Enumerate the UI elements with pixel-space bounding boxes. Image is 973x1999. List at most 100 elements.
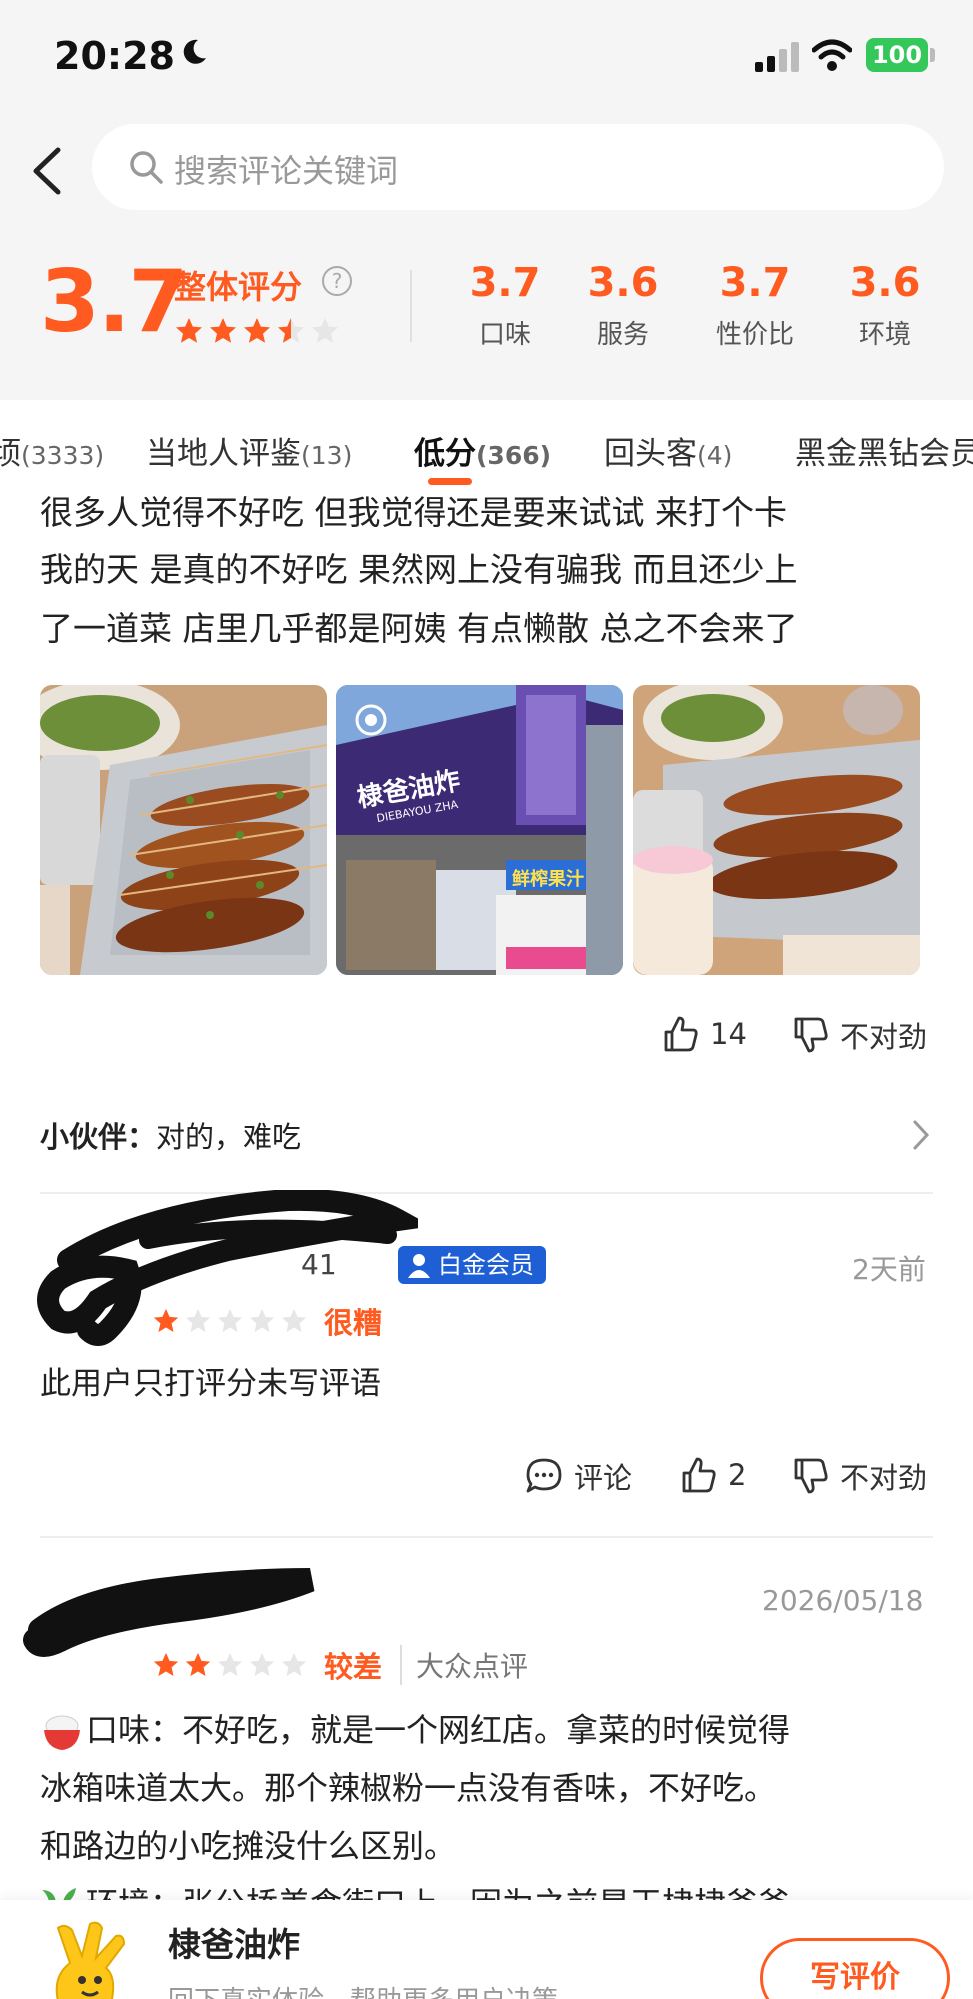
shop-subtitle: 回下真实体验，帮助更多用户决策 xyxy=(168,1980,558,1999)
sub-score-environment: 3.6 环境 xyxy=(830,260,940,351)
tab-label: 低分 xyxy=(414,436,476,472)
thumbs-up-icon xyxy=(682,1457,716,1493)
write-review-button[interactable]: 写评价 xyxy=(760,1938,950,1999)
review-text-line: 我的天 是真的不好吃 果然网上没有骗我 而且还少上 xyxy=(40,550,798,589)
dislike-button[interactable]: 不对劲 xyxy=(790,1455,927,1497)
tab-count: (366) xyxy=(476,441,552,470)
star-icon xyxy=(217,1652,243,1677)
sub-score-label: 服务 xyxy=(596,320,649,350)
comment-button[interactable]: 评论 xyxy=(524,1455,632,1497)
battery-indicator: 100 xyxy=(866,38,928,72)
review-photo[interactable] xyxy=(633,685,920,975)
tab-count: (3333) xyxy=(21,441,105,470)
shop-bottom-bar: 棣爸油炸 回下真实体验，帮助更多用户决策 写评价 xyxy=(0,1900,973,1999)
reply-author: 小伙伴： xyxy=(40,1120,157,1154)
storefront-photo-illustration xyxy=(336,685,623,975)
like-button[interactable]: 2 xyxy=(678,1455,746,1495)
thumbs-up-icon xyxy=(664,1016,698,1052)
rating-stars xyxy=(152,1307,308,1335)
star-icon xyxy=(281,1652,307,1677)
active-tab-indicator xyxy=(428,478,472,485)
rating-word: 很糟 xyxy=(324,1306,383,1340)
dislike-label: 不对劲 xyxy=(840,1020,928,1054)
review-date: 2天前 xyxy=(852,1253,926,1286)
star-icon xyxy=(281,1308,307,1333)
review-photo[interactable] xyxy=(40,685,327,975)
star-icon xyxy=(185,1652,211,1677)
dislike-label: 不对劲 xyxy=(840,1461,928,1495)
rating-word: 较差 xyxy=(324,1650,383,1684)
badge-person-icon xyxy=(408,1254,430,1278)
review-text-line: 了一道菜 店里几乎都是阿姨 有点懒散 总之不会来了 xyxy=(40,609,798,648)
reply-text: 小伙伴：对的，难吃 xyxy=(40,1114,301,1156)
shop-name: 棣爸油炸 xyxy=(168,1925,300,1964)
moon-icon xyxy=(183,39,206,64)
review-text: 此用户只打评分未写评语 xyxy=(40,1366,381,1402)
overall-stars xyxy=(174,316,340,346)
tab-black-gold[interactable]: 黑金黑钻会员 xyxy=(795,428,973,473)
back-arrow-icon[interactable] xyxy=(28,146,68,196)
sub-score-label: 性价比 xyxy=(715,320,794,350)
tab-returning[interactable]: 回头客(4) xyxy=(604,428,732,473)
star-icon xyxy=(249,1308,275,1333)
like-button[interactable]: 14 xyxy=(660,1014,747,1054)
review-text-line: 冰箱味道太大。那个辣椒粉一点没有香味，不好吃。 xyxy=(40,1769,777,1807)
sub-score-service: 3.6 服务 xyxy=(568,260,678,351)
username-suffix: 41 xyxy=(301,1248,337,1281)
tab-count: (13) xyxy=(301,441,353,470)
star-icon xyxy=(278,318,304,343)
review-divider xyxy=(40,1536,933,1538)
review-rating: 较差 大众点评 xyxy=(152,1644,528,1686)
sub-score-value-for-money: 3.7 性价比 xyxy=(700,260,810,351)
status-bar: 20:28 100 xyxy=(0,0,973,110)
tab-locals[interactable]: 当地人评鉴(13) xyxy=(146,428,352,473)
review-photo[interactable]: 棣爸油炸 DIEBAYOU ZHA 鲜榨果汁 xyxy=(336,685,623,975)
reply-preview[interactable]: 小伙伴：对的，难吃 xyxy=(40,1110,933,1160)
tab-label: 黑金黑钻会员 xyxy=(795,436,973,472)
review-date: 2026/05/18 xyxy=(762,1584,924,1617)
rating-stars xyxy=(152,1651,308,1679)
star-icon xyxy=(210,318,236,343)
tab-low-score[interactable]: 低分(366) xyxy=(414,428,551,473)
reply-content: 对的，难吃 xyxy=(156,1120,302,1154)
sub-score-taste: 3.7 口味 xyxy=(450,260,560,351)
dislike-button[interactable]: 不对劲 xyxy=(790,1014,927,1056)
chevron-right-icon xyxy=(913,1120,930,1150)
battery-tip xyxy=(930,48,935,62)
overall-score: 3.7 xyxy=(40,252,188,352)
header: 搜索评论关键词 xyxy=(0,110,973,230)
sub-score-value: 3.6 xyxy=(587,260,659,306)
star-icon xyxy=(176,318,202,343)
divider xyxy=(410,270,412,342)
tab-count: (4) xyxy=(697,441,733,470)
tab-label: 回头客 xyxy=(604,436,697,472)
rating-summary: 3.7 整体评分 ? 3.7 口味 3.6 服务 3.7 性价比 3.6 环境 xyxy=(0,230,973,400)
like-count: 2 xyxy=(728,1458,747,1492)
star-icon xyxy=(244,318,270,343)
star-icon xyxy=(312,318,338,343)
review-rating: 很糟 xyxy=(152,1300,382,1342)
rice-bowl-icon xyxy=(44,1715,80,1750)
review-text-line: 很多人觉得不好吃 但我觉得还是要来试试 来打个卡 xyxy=(40,493,787,532)
signal-icon xyxy=(755,42,799,72)
thumbs-down-icon xyxy=(794,1017,828,1053)
review-text-line: 环境：张公桥美食街口上，因为之前是王棣棣爸爸 xyxy=(86,1874,790,1900)
member-badge: 白金会员 xyxy=(398,1246,546,1284)
star-icon xyxy=(153,1652,179,1677)
overall-label: 整体评分 xyxy=(174,268,303,306)
status-time: 20:28 xyxy=(54,34,175,78)
wifi-icon xyxy=(812,39,852,71)
star-icon xyxy=(249,1652,275,1677)
juice-sign: 鲜榨果汁 xyxy=(512,869,584,890)
tab-all[interactable]: 顷(3333) xyxy=(0,428,104,473)
help-icon[interactable]: ? xyxy=(322,266,352,296)
shop-logo-icon xyxy=(55,1921,126,1999)
search-placeholder: 搜索评论关键词 xyxy=(174,152,399,190)
tab-label: 当地人评鉴 xyxy=(146,436,301,472)
comment-icon xyxy=(526,1458,562,1493)
search-input[interactable]: 搜索评论关键词 xyxy=(92,124,944,210)
sub-score-value: 3.7 xyxy=(719,260,791,306)
review-tabs: 顷(3333) 当地人评鉴(13) 低分(366) 回头客(4) 黑金黑钻会员 xyxy=(0,400,973,490)
badge-label: 白金会员 xyxy=(438,1251,534,1279)
food-drink-photo-illustration xyxy=(633,685,920,975)
